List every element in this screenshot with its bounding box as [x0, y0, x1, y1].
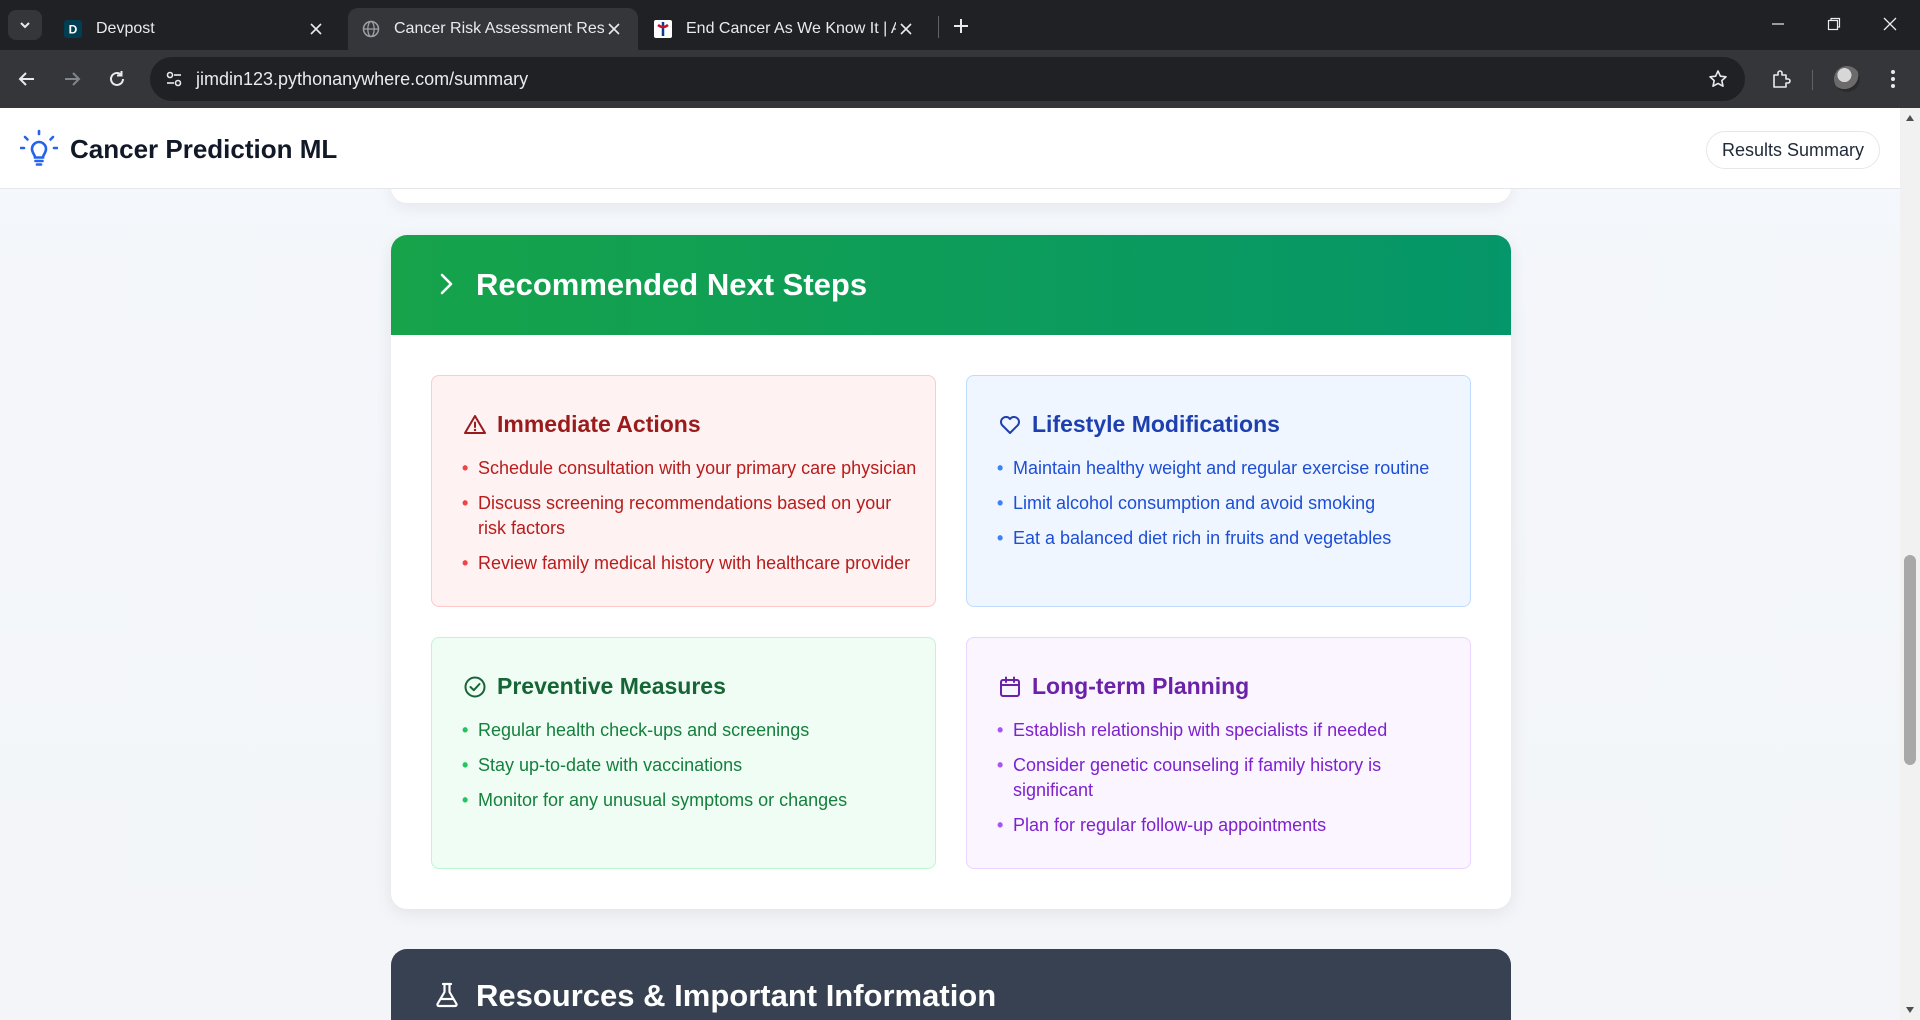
app-header: Cancer Prediction ML Results Summary [0, 108, 1900, 189]
next-steps-header: Recommended Next Steps [391, 235, 1511, 335]
devpost-favicon: D [64, 20, 82, 38]
tab-title: Cancer Risk Assessment Results [394, 20, 604, 37]
panel-title: Long-term Planning [1032, 673, 1250, 699]
profile-button[interactable] [1830, 62, 1864, 96]
tab-bar: D Devpost Cancer Risk Assessment Results… [0, 0, 1920, 50]
reload-button[interactable] [100, 62, 134, 96]
tab-title: End Cancer As We Know It | Am [686, 20, 896, 37]
tab-devpost[interactable]: D Devpost [50, 8, 340, 50]
tab-search-button[interactable] [8, 10, 42, 40]
list-item: • Monitor for any unusual symptoms or cha… [462, 790, 848, 810]
toolbar-divider [1812, 70, 1813, 90]
action-list: • Maintain healthy weight and regular exe… [997, 456, 1453, 561]
list-item: • Limit alcohol consumption and avoid smo… [997, 493, 1376, 513]
close-icon [1883, 17, 1897, 31]
tab-acs[interactable]: End Cancer As We Know It | Am [640, 8, 930, 50]
list-item: • Schedule consultation with your primary… [462, 458, 917, 478]
arrow-left-icon [18, 72, 34, 86]
browser-menu-button[interactable] [1876, 62, 1910, 96]
bookmark-star-icon[interactable] [1705, 66, 1731, 92]
browser-toolbar: jimdin123.pythonanywhere.com/summary [0, 50, 1920, 108]
reload-icon [110, 71, 124, 86]
tab-cancer-risk[interactable]: Cancer Risk Assessment Results [348, 8, 638, 50]
list-item: • Review family medical history with heal… [462, 553, 911, 573]
acs-logo-icon [654, 20, 672, 38]
list-item: • Regular health check-ups and screenings [462, 720, 810, 740]
action-list: • Schedule consultation with your primary… [462, 456, 918, 586]
svg-text:D: D [69, 23, 78, 37]
plus-icon [954, 19, 968, 33]
next-steps-title: Recommended Next Steps [476, 267, 868, 302]
minimize-icon [1772, 23, 1784, 25]
resources-title: Resources & Important Information [476, 978, 997, 1013]
page-scrollbar[interactable] [1900, 108, 1920, 1020]
list-item: • Discuss screening recommendations based… [462, 493, 892, 538]
extensions-button[interactable] [1764, 62, 1798, 96]
new-tab-button[interactable] [948, 13, 974, 39]
globe-icon [362, 20, 380, 38]
list-item: • Consider genetic counseling if family h… [997, 755, 1382, 800]
check-circle-icon [464, 676, 486, 698]
address-bar[interactable]: jimdin123.pythonanywhere.com/summary [150, 57, 1745, 101]
scroll-down-arrow-icon[interactable] [1900, 1002, 1920, 1018]
immediate-actions-panel: Immediate Actions • Schedule consultation… [431, 375, 936, 607]
next-steps-card: Recommended Next Steps Immediate Actions… [391, 235, 1511, 909]
back-button[interactable] [10, 62, 44, 96]
tab-separator [938, 16, 939, 38]
list-item: • Establish relationship with specialists… [997, 720, 1388, 740]
scroll-up-arrow-icon[interactable] [1900, 110, 1920, 126]
scrollbar-thumb[interactable] [1904, 555, 1916, 765]
long-term-planning-panel: Long-term Planning • Establish relationsh… [966, 637, 1471, 869]
panel-title: Lifestyle Modifications [1032, 411, 1280, 437]
more-vertical-icon [1891, 70, 1895, 88]
close-icon[interactable] [896, 19, 916, 39]
list-item: • Eat a balanced diet rich in fruits and … [997, 528, 1392, 548]
lightbulb-icon [20, 129, 58, 166]
chevron-down-icon [20, 22, 30, 29]
restore-icon [1827, 17, 1841, 31]
close-icon[interactable] [604, 19, 624, 39]
site-info-icon[interactable] [160, 65, 188, 93]
list-item: • Plan for regular follow-up appointments [997, 815, 1327, 835]
forward-button[interactable] [55, 62, 89, 96]
action-list: • Establish relationship with specialists… [997, 718, 1453, 848]
brand-name[interactable]: Cancer Prediction ML [70, 134, 337, 165]
restore-button[interactable] [1806, 0, 1862, 48]
warning-triangle-icon [464, 415, 486, 434]
panel-title: Immediate Actions [497, 411, 701, 437]
flask-icon [436, 982, 458, 1008]
preventive-measures-panel: Preventive Measures • Regular health chec… [431, 637, 936, 869]
list-item: • Stay up-to-date with vaccinations [462, 755, 743, 775]
resources-card: Resources & Important Information [391, 949, 1511, 1020]
url-text[interactable]: jimdin123.pythonanywhere.com/summary [196, 69, 528, 90]
list-item: • Maintain healthy weight and regular exe… [997, 458, 1430, 478]
results-summary-button[interactable]: Results Summary [1705, 131, 1880, 169]
avatar [1834, 66, 1860, 92]
calendar-icon [1000, 676, 1020, 697]
heart-icon [1000, 416, 1020, 434]
lifestyle-modifications-panel: Lifestyle Modifications • Maintain health… [966, 375, 1471, 607]
page-viewport: Cancer Prediction ML Results Summary Rec… [0, 108, 1920, 1020]
chevron-right-icon [440, 273, 453, 295]
close-window-button[interactable] [1862, 0, 1918, 48]
panel-title: Preventive Measures [497, 673, 726, 699]
minimize-button[interactable] [1750, 0, 1806, 48]
arrow-right-icon [65, 72, 81, 86]
tab-title: Devpost [96, 20, 155, 37]
puzzle-icon [1773, 70, 1791, 88]
action-list: • Regular health check-ups and screenings… [462, 718, 918, 823]
close-icon[interactable] [306, 19, 326, 39]
